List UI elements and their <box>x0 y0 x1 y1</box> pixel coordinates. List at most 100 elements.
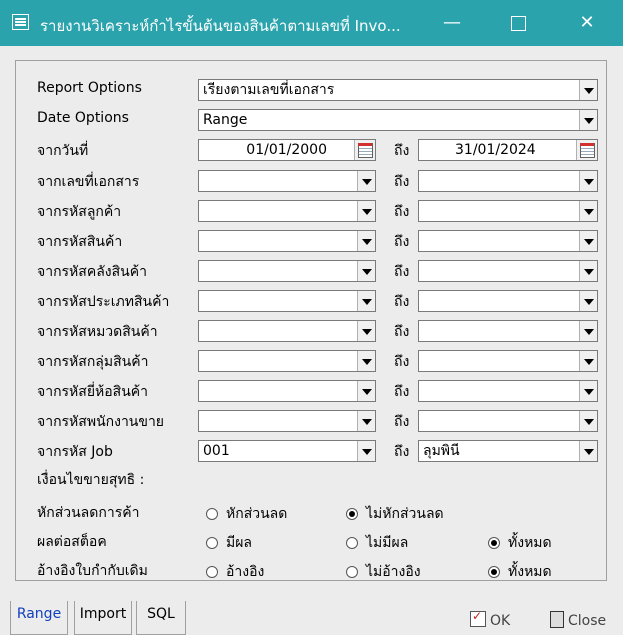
ok-button[interactable]: OK <box>470 609 511 629</box>
chevron-down-icon[interactable] <box>579 261 597 281</box>
option-radio[interactable]: ทั้งหมด <box>488 532 552 554</box>
range-label: จากรหัสสินค้า <box>37 234 123 250</box>
calendar-icon[interactable] <box>576 140 597 160</box>
range-label: จากรหัสลูกค้า <box>37 204 122 220</box>
tab-sql[interactable]: SQL <box>136 601 186 635</box>
chevron-down-icon[interactable] <box>357 171 375 191</box>
range-panel: Report Options เรียงตามเลขที่เอกสาร Date… <box>15 60 607 581</box>
range-to-select[interactable] <box>418 230 598 252</box>
date-from-input[interactable]: 01/01/2000 <box>198 139 376 161</box>
chevron-down-icon[interactable] <box>357 321 375 341</box>
chevron-down-icon[interactable] <box>357 381 375 401</box>
range-to-label: ถึง <box>394 204 410 220</box>
window-title: รายงานวิเคราะห์กำไรขั้นต้นของสินค้าตามเล… <box>40 17 401 35</box>
option-radio[interactable]: ไม่หักส่วนลด <box>346 503 444 525</box>
range-from-select[interactable] <box>198 350 376 372</box>
chevron-down-icon[interactable] <box>579 381 597 401</box>
range-from-select[interactable] <box>198 260 376 282</box>
chevron-down-icon[interactable] <box>357 411 375 431</box>
range-to-select[interactable] <box>418 380 598 402</box>
report-icon <box>12 14 29 30</box>
range-to-select[interactable]: ลุมพินี <box>418 440 598 462</box>
range-to-label: ถึง <box>394 294 410 310</box>
range-from-select[interactable]: 001 <box>198 440 376 462</box>
range-from-select[interactable] <box>198 380 376 402</box>
tab-range[interactable]: Range <box>10 601 68 635</box>
chevron-down-icon[interactable] <box>579 321 597 341</box>
option-radio[interactable]: มีผล <box>206 532 252 554</box>
range-from-select[interactable] <box>198 200 376 222</box>
option-radio[interactable]: ไม่อ้างอิง <box>346 561 421 583</box>
range-to-value: ลุมพินี <box>423 443 460 459</box>
minimize-button[interactable]: — <box>438 9 466 37</box>
maximize-button[interactable] <box>504 9 532 37</box>
radio-icon[interactable] <box>346 537 358 549</box>
date-to-input[interactable]: 31/01/2024 <box>418 139 598 161</box>
range-from-select[interactable] <box>198 230 376 252</box>
maximize-icon <box>510 16 526 31</box>
range-to-select[interactable] <box>418 200 598 222</box>
chevron-down-icon[interactable] <box>357 231 375 251</box>
chevron-down-icon[interactable] <box>357 291 375 311</box>
option-radio-label: อ้างอิง <box>226 564 265 580</box>
chevron-down-icon[interactable] <box>357 201 375 221</box>
range-from-select[interactable] <box>198 290 376 312</box>
range-label: จากรหัสหมวดสินค้า <box>37 324 158 340</box>
chevron-down-icon[interactable] <box>579 411 597 431</box>
range-to-select[interactable] <box>418 170 598 192</box>
radio-icon[interactable] <box>346 566 358 578</box>
date-options-value: Range <box>203 112 248 128</box>
option-radio[interactable]: อ้างอิง <box>206 561 264 583</box>
chevron-down-icon[interactable] <box>579 231 597 251</box>
close-window-button[interactable]: ✕ <box>573 9 601 37</box>
range-to-select[interactable] <box>418 260 598 282</box>
range-to-select[interactable] <box>418 410 598 432</box>
chevron-down-icon[interactable] <box>579 351 597 371</box>
range-to-select[interactable] <box>418 350 598 372</box>
range-from-select[interactable] <box>198 170 376 192</box>
range-from-value: 001 <box>203 443 230 459</box>
range-to-label: ถึง <box>394 174 410 190</box>
radio-icon[interactable] <box>206 566 218 578</box>
radio-icon[interactable] <box>346 508 358 520</box>
range-to-label: ถึง <box>394 444 410 460</box>
range-to-label: ถึง <box>394 324 410 340</box>
range-label: จากเลขที่เอกสาร <box>37 174 140 190</box>
tab-import[interactable]: Import <box>74 601 132 635</box>
close-label: Close <box>568 613 607 629</box>
range-to-label: ถึง <box>394 354 410 370</box>
range-from-select[interactable] <box>198 320 376 342</box>
net-sales-condition-label: เงื่อนไขขายสุทธิ : <box>37 472 145 488</box>
calendar-icon[interactable] <box>354 140 375 160</box>
radio-icon[interactable] <box>206 537 218 549</box>
chevron-down-icon[interactable] <box>579 110 597 130</box>
close-button[interactable]: Close <box>550 611 606 629</box>
radio-icon[interactable] <box>488 566 500 578</box>
option-radio[interactable]: ไม่มีผล <box>346 532 408 554</box>
range-to-label: ถึง <box>394 414 410 430</box>
chevron-down-icon[interactable] <box>579 80 597 100</box>
option-radio-label: ไม่มีผล <box>366 535 409 551</box>
chevron-down-icon[interactable] <box>579 201 597 221</box>
chevron-down-icon[interactable] <box>579 291 597 311</box>
chevron-down-icon[interactable] <box>357 351 375 371</box>
chevron-down-icon[interactable] <box>357 261 375 281</box>
range-to-select[interactable] <box>418 290 598 312</box>
date-from-label: จากวันที่ <box>37 143 89 159</box>
chevron-down-icon[interactable] <box>357 441 375 461</box>
report-options-select[interactable]: เรียงตามเลขที่เอกสาร <box>198 79 598 101</box>
option-radio[interactable]: ทั้งหมด <box>488 561 552 583</box>
chevron-down-icon[interactable] <box>579 171 597 191</box>
option-radio[interactable]: หักส่วนลด <box>206 503 287 525</box>
option-radio-label: ทั้งหมด <box>508 564 552 580</box>
date-options-select[interactable]: Range <box>198 109 598 131</box>
chevron-down-icon[interactable] <box>579 441 597 461</box>
range-from-select[interactable] <box>198 410 376 432</box>
range-label: จากรหัสกลุ่มสินค้า <box>37 354 149 370</box>
radio-icon[interactable] <box>488 537 500 549</box>
ok-label: OK <box>490 613 511 629</box>
range-to-select[interactable] <box>418 320 598 342</box>
title-bar: รายงานวิเคราะห์กำไรขั้นต้นของสินค้าตามเล… <box>0 0 623 46</box>
radio-icon[interactable] <box>206 508 218 520</box>
option-radio-label: หักส่วนลด <box>226 506 288 522</box>
